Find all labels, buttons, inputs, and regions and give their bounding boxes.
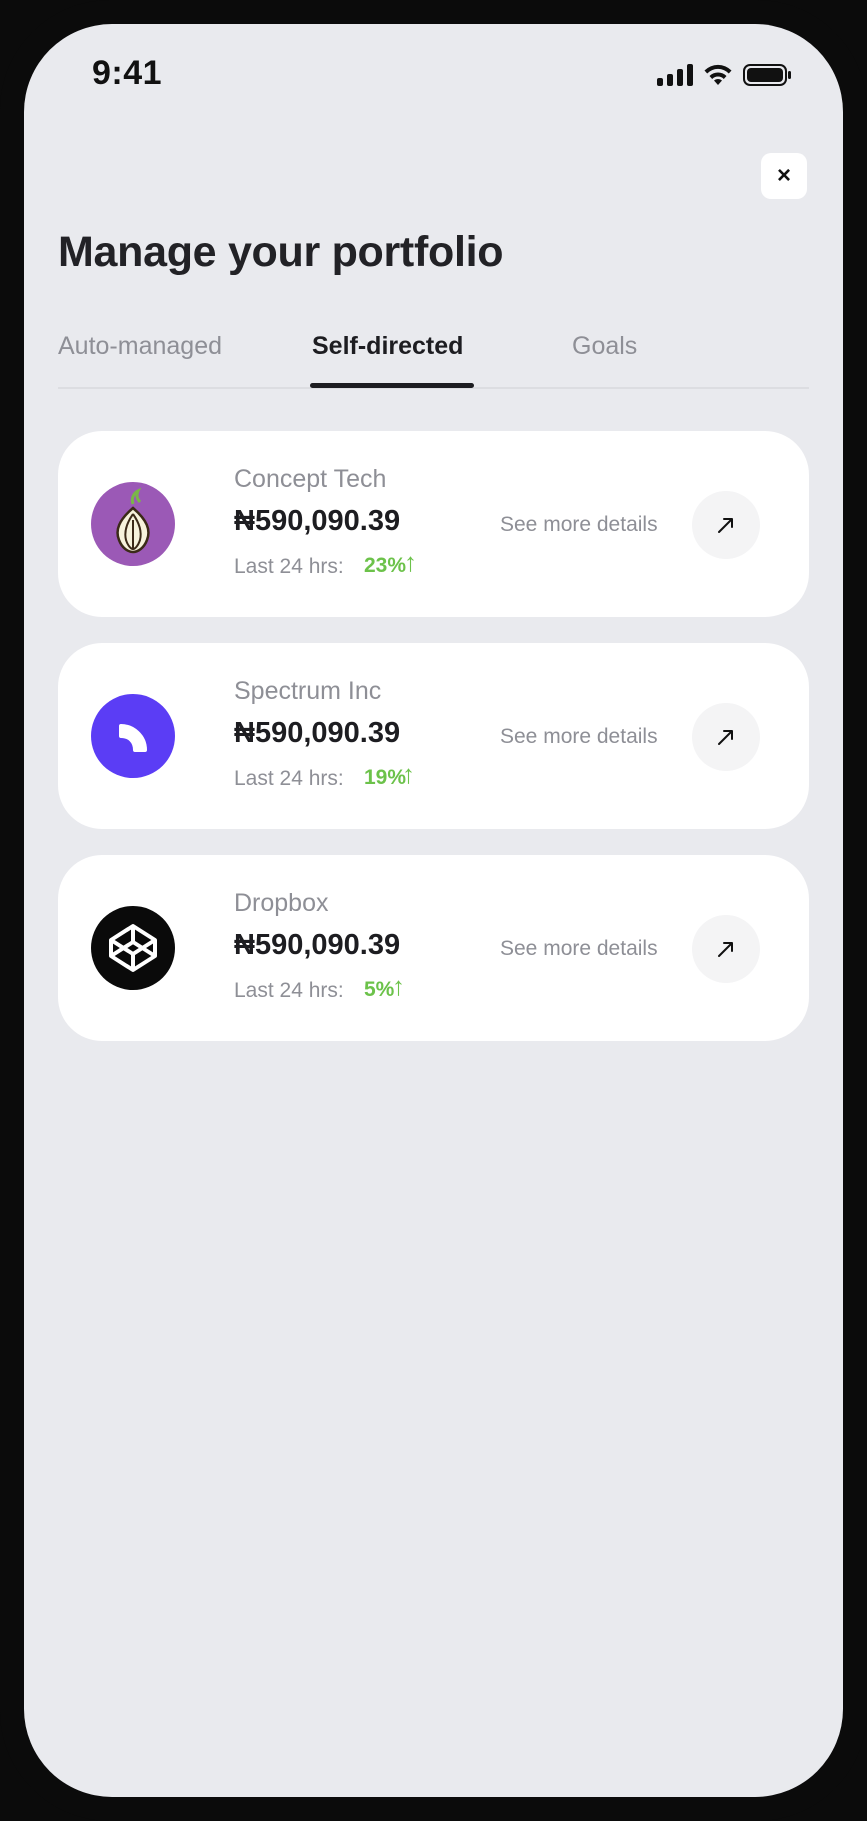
screen: 9:41 × Manage your portfolio Auto-manage… (24, 24, 843, 1797)
phone-frame: 9:41 × Manage your portfolio Auto-manage… (0, 0, 867, 1821)
holding-card[interactable]: Spectrum Inc ₦590,090.39 Last 24 hrs: 19… (58, 643, 809, 829)
see-more-details-link[interactable]: See more details (500, 513, 658, 537)
status-icons (657, 60, 793, 90)
change-percent: 23% (364, 554, 407, 577)
change-percent: 5% (364, 978, 395, 1001)
codepen-logo-icon (91, 906, 175, 990)
change-label: Last 24 hrs: (234, 555, 344, 578)
arrow-up-icon: ↑ (402, 759, 415, 789)
holding-name: Dropbox (234, 889, 329, 917)
holding-value: ₦590,090.39 (234, 717, 401, 749)
arrow-up-right-icon (718, 942, 733, 957)
wifi-icon (703, 64, 733, 86)
open-holding-button[interactable] (692, 703, 760, 771)
arrow-up-icon: ↑ (392, 971, 405, 1001)
see-more-details-link[interactable]: See more details (500, 725, 658, 749)
active-tab-indicator (310, 383, 474, 388)
holding-name: Spectrum Inc (234, 677, 382, 705)
spectrum-logo-icon (91, 694, 175, 778)
tab-bar: Auto-managed Self-directed Goals (58, 332, 809, 412)
page-title: Manage your portfolio (58, 228, 504, 276)
onion-logo-icon (91, 482, 175, 566)
tab-auto-managed[interactable]: Auto-managed (58, 332, 222, 380)
arrow-up-right-icon (718, 730, 733, 745)
change-percent: 19% (364, 766, 407, 789)
holding-value: ₦590,090.39 (234, 505, 401, 537)
see-more-details-link[interactable]: See more details (500, 937, 658, 961)
open-holding-button[interactable] (692, 491, 760, 559)
holding-card[interactable]: Concept Tech ₦590,090.39 Last 24 hrs: 23… (58, 431, 809, 617)
change-label: Last 24 hrs: (234, 767, 344, 790)
tab-goals[interactable]: Goals (572, 332, 637, 380)
tab-self-directed[interactable]: Self-directed (312, 332, 463, 380)
holding-value: ₦590,090.39 (234, 929, 401, 961)
open-holding-button[interactable] (692, 915, 760, 983)
arrow-up-right-icon (718, 518, 733, 533)
status-time: 9:41 (92, 54, 163, 92)
battery-icon (743, 63, 793, 87)
arrow-up-icon: ↑ (404, 547, 417, 577)
holding-card[interactable]: Dropbox ₦590,090.39 Last 24 hrs: 5% ↑ Se… (58, 855, 809, 1041)
change-label: Last 24 hrs: (234, 979, 344, 1002)
holding-name: Concept Tech (234, 465, 387, 493)
close-button[interactable]: × (761, 153, 807, 199)
cellular-signal-icon (657, 64, 693, 86)
